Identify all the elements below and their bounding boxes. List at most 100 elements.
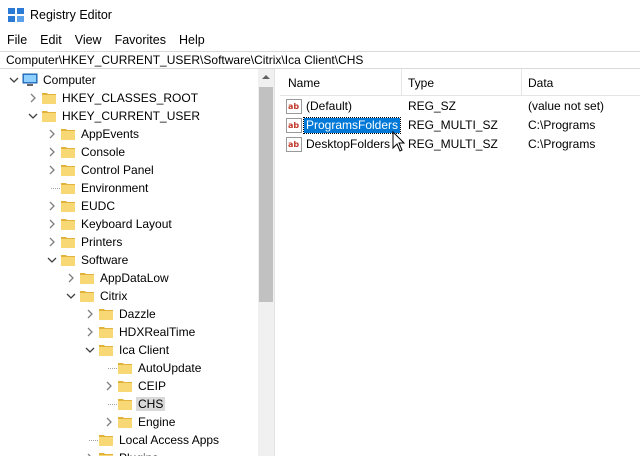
menu-view[interactable]: View xyxy=(68,31,108,51)
tree-item[interactable]: Console xyxy=(0,143,258,161)
chevron-right-icon[interactable] xyxy=(46,164,58,176)
tree-item[interactable]: AppEvents xyxy=(0,125,258,143)
tree-item[interactable]: HDXRealTime xyxy=(0,323,258,341)
menu-help[interactable]: Help xyxy=(172,31,211,51)
menu-bar: File Edit View Favorites Help xyxy=(0,31,640,51)
menu-edit[interactable]: Edit xyxy=(33,31,68,51)
tree-item-label: Computer xyxy=(43,73,96,87)
tree-item[interactable]: CHS xyxy=(0,395,258,413)
tree-item[interactable]: Citrix xyxy=(0,287,258,305)
tree-item-label: Ica Client xyxy=(119,343,170,357)
tree-connector-line xyxy=(89,440,98,441)
value-data: (value not set) xyxy=(528,99,605,113)
tree-item[interactable]: EUDC xyxy=(0,197,258,215)
tree-item-label: HKEY_CLASSES_ROOT xyxy=(62,91,199,105)
chevron-right-icon[interactable] xyxy=(46,218,58,230)
tree-item[interactable]: Printers xyxy=(0,233,258,251)
title-bar[interactable]: Registry Editor xyxy=(0,0,640,31)
tree-item[interactable]: Keyboard Layout xyxy=(0,215,258,233)
address-bar[interactable]: Computer\HKEY_CURRENT_USER\Software\Citr… xyxy=(0,51,640,69)
tree-item-label: EUDC xyxy=(81,199,116,213)
chevron-right-icon[interactable] xyxy=(103,416,115,428)
folder-icon xyxy=(60,253,76,267)
chevron-down-icon[interactable] xyxy=(65,290,77,302)
tree-item-label: AutoUpdate xyxy=(138,361,202,375)
tree-item[interactable]: Plugins xyxy=(0,449,258,456)
values-list[interactable]: Name Type Data ab (Default) REG_SZ (value n… xyxy=(280,69,640,456)
chevron-right-icon[interactable] xyxy=(103,380,115,392)
string-value-icon: ab xyxy=(286,118,302,133)
folder-icon xyxy=(60,127,76,141)
tree-item-label: AppDataLow xyxy=(100,271,169,285)
chevron-down-icon[interactable] xyxy=(27,110,39,122)
folder-icon xyxy=(60,199,76,213)
tree-item-label: Citrix xyxy=(100,289,128,303)
address-path[interactable]: Computer\HKEY_CURRENT_USER\Software\Citr… xyxy=(6,53,363,67)
tree-item-label: CHS xyxy=(136,397,166,411)
tree-item[interactable]: Local Access Apps xyxy=(0,431,258,449)
chevron-right-icon[interactable] xyxy=(84,452,96,456)
value-type: REG_MULTI_SZ xyxy=(408,118,498,132)
scrollbar-thumb[interactable] xyxy=(259,87,273,302)
tree-item[interactable]: Environment xyxy=(0,179,258,197)
chevron-right-icon[interactable] xyxy=(65,272,77,284)
chevron-right-icon[interactable] xyxy=(46,146,58,158)
tree-item[interactable]: CEIP xyxy=(0,377,258,395)
value-data: C:\Programs xyxy=(528,137,596,151)
chevron-right-icon[interactable] xyxy=(84,326,96,338)
value-name[interactable]: ProgramsFolders xyxy=(302,117,402,134)
tree-item[interactable]: Computer xyxy=(0,71,258,89)
svg-text:ab: ab xyxy=(288,121,299,130)
tree-item-label: Printers xyxy=(81,235,123,249)
value-row[interactable]: ab (Default) REG_SZ (value not set) xyxy=(280,97,640,116)
chevron-down-icon[interactable] xyxy=(46,254,58,266)
tree-item[interactable]: Dazzle xyxy=(0,305,258,323)
tree-item[interactable]: AppDataLow xyxy=(0,269,258,287)
tree-item-label: Control Panel xyxy=(81,163,154,177)
tree-item-label: Engine xyxy=(138,415,176,429)
tree-item-label: HDXRealTime xyxy=(119,325,196,339)
registry-editor-app-icon xyxy=(8,8,24,22)
chevron-right-icon[interactable] xyxy=(84,308,96,320)
tree-item[interactable]: Software xyxy=(0,251,258,269)
value-row[interactable]: ab ProgramsFolders REG_MULTI_SZ C:\Programs xyxy=(280,116,640,135)
tree-item-label: AppEvents xyxy=(81,127,140,141)
column-header-data[interactable]: Data xyxy=(528,76,553,90)
tree-item[interactable]: HKEY_CLASSES_ROOT xyxy=(0,89,258,107)
chevron-right-icon[interactable] xyxy=(27,92,39,104)
tree-item[interactable]: Engine xyxy=(0,413,258,431)
folder-icon xyxy=(98,343,114,357)
value-type: REG_MULTI_SZ xyxy=(408,137,498,151)
tree-item[interactable]: Control Panel xyxy=(0,161,258,179)
string-value-icon: ab xyxy=(286,99,302,114)
folder-icon xyxy=(117,397,133,411)
column-divider[interactable] xyxy=(401,69,402,95)
tree-item[interactable]: Ica Client xyxy=(0,341,258,359)
column-divider[interactable] xyxy=(521,69,522,95)
value-row[interactable]: ab DesktopFolders REG_MULTI_SZ C:\Programs xyxy=(280,135,640,154)
folder-icon xyxy=(117,415,133,429)
folder-icon xyxy=(41,91,57,105)
value-name[interactable]: DesktopFolders xyxy=(304,137,392,152)
scroll-up-arrow-icon[interactable] xyxy=(262,75,270,79)
string-value-icon: ab xyxy=(286,137,302,152)
column-header-name[interactable]: Name xyxy=(288,76,320,90)
menu-file[interactable]: File xyxy=(0,31,33,51)
column-header-type[interactable]: Type xyxy=(408,76,434,90)
folder-icon xyxy=(117,379,133,393)
chevron-right-icon[interactable] xyxy=(46,128,58,140)
tree-item[interactable]: AutoUpdate xyxy=(0,359,258,377)
svg-text:ab: ab xyxy=(288,102,299,111)
folder-icon xyxy=(60,145,76,159)
key-tree[interactable]: Computer HKEY_CLASSES_ROOT HKEY_CURRENT_US… xyxy=(0,69,274,456)
chevron-down-icon[interactable] xyxy=(84,344,96,356)
menu-favorites[interactable]: Favorites xyxy=(108,31,172,51)
tree-item-label: CEIP xyxy=(138,379,167,393)
tree-scrollbar[interactable] xyxy=(258,69,274,456)
chevron-down-icon[interactable] xyxy=(8,74,20,86)
chevron-right-icon[interactable] xyxy=(46,236,58,248)
value-name[interactable]: (Default) xyxy=(304,99,354,114)
list-header: Name Type Data xyxy=(280,69,640,96)
tree-item[interactable]: HKEY_CURRENT_USER xyxy=(0,107,258,125)
chevron-right-icon[interactable] xyxy=(46,200,58,212)
